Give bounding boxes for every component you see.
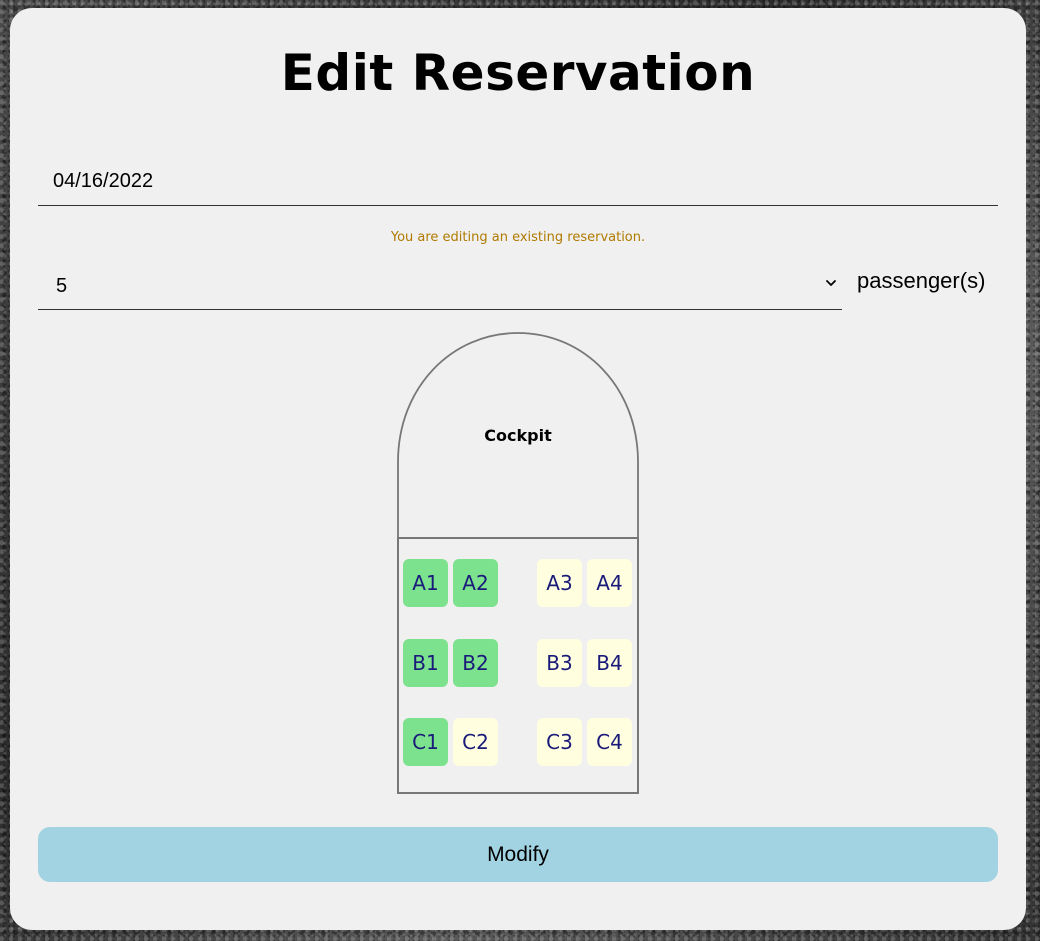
seat-c3[interactable]: C3 [537, 718, 582, 766]
seat-b4[interactable]: B4 [587, 639, 632, 687]
seat-a4[interactable]: A4 [587, 559, 632, 607]
cockpit-label: Cockpit [484, 426, 552, 445]
seat-a2[interactable]: A2 [453, 559, 498, 607]
seat-a3[interactable]: A3 [537, 559, 582, 607]
chevron-down-icon [826, 280, 836, 286]
passenger-label: passenger(s) [857, 268, 986, 293]
date-input[interactable] [38, 158, 998, 204]
page-title: Edit Reservation [280, 44, 756, 102]
reservation-card: Edit Reservation You are editing an exis… [10, 8, 1026, 930]
seat-b2[interactable]: B2 [453, 639, 498, 687]
date-field[interactable] [38, 158, 998, 206]
seat-c1[interactable]: C1 [403, 718, 448, 766]
seat-c4[interactable]: C4 [587, 718, 632, 766]
modify-button[interactable]: Modify [38, 827, 998, 882]
edit-notice: You are editing an existing reservation. [390, 230, 646, 245]
passenger-count-select[interactable]: 5 [38, 262, 842, 310]
seat-c2[interactable]: C2 [453, 718, 498, 766]
seat-b1[interactable]: B1 [403, 639, 448, 687]
cabin: A1 A2 A3 A4 B1 B2 B3 B4 C1 C2 C3 C4 [397, 537, 639, 794]
seat-map: Cockpit A1 A2 A3 A4 B1 B2 B3 B4 C1 C2 C3… [397, 332, 639, 794]
seat-b3[interactable]: B3 [537, 639, 582, 687]
passenger-count-value: 5 [56, 275, 68, 297]
seat-a1[interactable]: A1 [403, 559, 448, 607]
